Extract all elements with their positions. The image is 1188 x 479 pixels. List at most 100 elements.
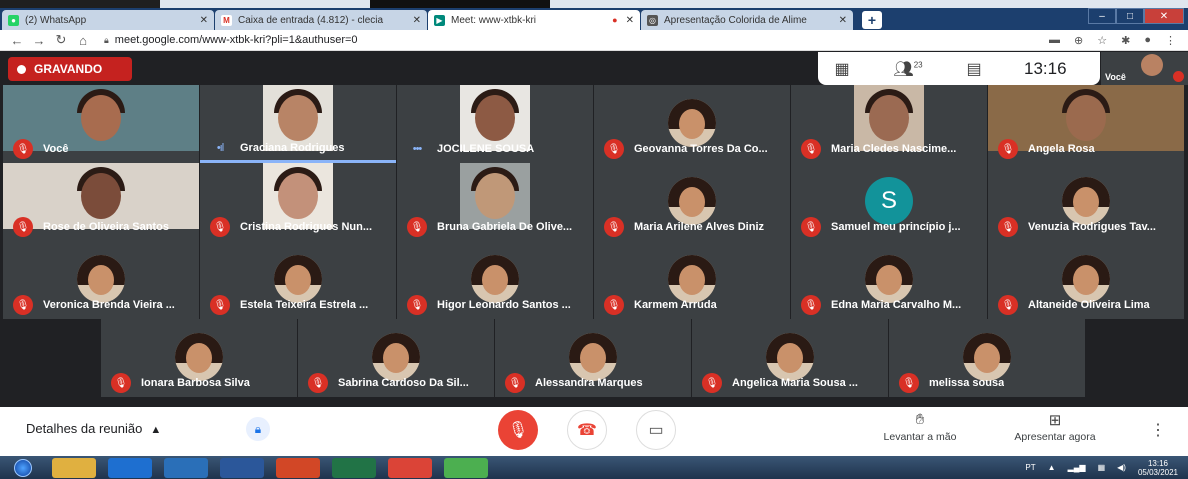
participant-tile[interactable]: 🎙︎ Higor Leonardo Santos ...: [397, 241, 593, 319]
participant-tile[interactable]: 🎙︎ Maria Arilene Alves Diniz: [594, 163, 790, 241]
participant-tile[interactable]: 🎙︎ Bruna Gabriela De Olive...: [397, 163, 593, 241]
tab-label: (2) WhatsApp: [25, 14, 87, 26]
url-field[interactable]: 🔒︎ meet.google.com/www-xtbk-kri?pli=1&au…: [104, 34, 358, 46]
network-icon[interactable]: ▦: [1098, 463, 1106, 472]
tab-gmail[interactable]: M Caixa de entrada (4.812) - clecia ✕: [215, 10, 427, 30]
excel-icon[interactable]: [332, 457, 376, 478]
zoom-icon[interactable]: ⊕: [1074, 34, 1083, 47]
participant-tile[interactable]: 🎙︎ Edna Maria Carvalho M...: [791, 241, 987, 319]
participant-name: Estela Teixeira Estrela ...: [240, 299, 369, 311]
ie-icon[interactable]: [108, 457, 152, 478]
extensions-icon[interactable]: ✱: [1121, 34, 1130, 47]
participant-tile[interactable]: 🎙︎ Altaneide Oliveira Lima: [988, 241, 1184, 319]
chrome-icon[interactable]: [388, 457, 432, 478]
participant-name: Maria Arilene Alves Diniz: [634, 221, 765, 233]
minimize-button[interactable]: –: [1088, 8, 1116, 24]
system-date: 05/03/2021: [1137, 467, 1178, 477]
leave-call-button[interactable]: ☎: [567, 410, 607, 450]
participant-name: Altaneide Oliveira Lima: [1028, 299, 1150, 311]
home-icon[interactable]: ⌂: [72, 33, 94, 48]
close-icon[interactable]: ✕: [626, 15, 634, 26]
explorer-icon[interactable]: [52, 457, 96, 478]
bookmark-star-icon[interactable]: ☆: [1097, 34, 1107, 47]
participant-tile[interactable]: S 🎙︎ Samuel meu princípio j...: [791, 163, 987, 241]
back-icon[interactable]: ←: [6, 33, 28, 48]
canva-icon: ◎: [647, 14, 658, 26]
participant-name: Maria Cledes Nascime...: [831, 143, 957, 155]
system-time: 13:16: [1147, 458, 1168, 468]
chat-icon[interactable]: ▤: [950, 59, 998, 79]
self-label: Você: [1105, 72, 1126, 82]
profile-icon[interactable]: ●: [1144, 34, 1151, 47]
signal-icon[interactable]: ▂▄▆: [1068, 463, 1086, 472]
participant-tile[interactable]: 🎙︎ Angelica Maria Sousa ...: [692, 319, 888, 397]
participant-tile[interactable]: 🎙︎ Sabrina Cardoso Da Sil...: [298, 319, 494, 397]
close-icon[interactable]: ✕: [200, 15, 208, 26]
more-options-icon[interactable]: ⋮: [1150, 420, 1166, 440]
close-window-button[interactable]: ✕: [1144, 8, 1184, 24]
participant-tile[interactable]: 🎙︎ melissa sousa: [889, 319, 1085, 397]
participant-name: Ionara Barbosa Silva: [141, 377, 250, 389]
participant-tile[interactable]: 🎙︎ Você: [3, 85, 199, 163]
participant-name: Karmem Arruda: [634, 299, 717, 311]
new-tab-button[interactable]: +: [862, 11, 882, 29]
close-icon[interactable]: ✕: [839, 15, 847, 26]
toggle-microphone-button[interactable]: 🎙︎: [498, 410, 538, 450]
layout-grid-icon[interactable]: ▦: [818, 59, 866, 79]
mic-off-icon: 🎙︎: [702, 373, 722, 393]
shield-icon[interactable]: 🔒︎: [246, 417, 270, 441]
participant-tile[interactable]: 🎙︎ Geovanna Torres Da Co...: [594, 85, 790, 163]
participant-tile[interactable]: 🎙︎ Maria Cledes Nascime...: [791, 85, 987, 163]
tab-whatsapp[interactable]: ● (2) WhatsApp ✕: [2, 10, 214, 30]
mic-off-icon: 🎙︎: [507, 422, 529, 439]
raise-hand-button[interactable]: ✋︎ Levantar a mão: [870, 411, 970, 443]
tab-meet[interactable]: ▶ Meet: www-xtbk-kri ● ✕: [428, 10, 640, 30]
participant-tile[interactable]: 🎙︎ Angela Rosa: [988, 85, 1184, 163]
participant-tile[interactable]: 🎙︎ Veronica Brenda Vieira ...: [3, 241, 199, 319]
start-button[interactable]: [6, 458, 40, 478]
mic-off-icon: [1173, 71, 1184, 82]
participant-tile[interactable]: 🎙︎ Cristina Rodrigues Nun...: [200, 163, 396, 241]
language-indicator[interactable]: PT: [1025, 463, 1035, 472]
participant-tile[interactable]: ••• JOCILENE SOUSA: [397, 85, 593, 163]
participant-name: Bruna Gabriela De Olive...: [437, 221, 573, 233]
people-icon[interactable]: 👥︎23: [884, 59, 932, 79]
participant-name: Angelica Maria Sousa ...: [732, 377, 858, 389]
system-clock[interactable]: 13:16 05/03/2021: [1138, 459, 1178, 477]
mic-off-icon: 🎙︎: [407, 217, 427, 237]
utorrent-icon[interactable]: [444, 457, 488, 478]
participant-tile[interactable]: 🎙︎ Venuzia Rodrigues Tav...: [988, 163, 1184, 241]
forward-icon[interactable]: →: [28, 33, 50, 48]
present-now-button[interactable]: ⊞ Apresentar agora: [1000, 411, 1110, 443]
menu-icon[interactable]: ⋮: [1165, 34, 1176, 47]
self-view-tile[interactable]: Você: [1101, 52, 1188, 85]
participant-tile[interactable]: 🎙︎ Rose de Oliveira Santos: [3, 163, 199, 241]
participant-name: Edna Maria Carvalho M...: [831, 299, 962, 311]
participant-name: Rose de Oliveira Santos: [43, 221, 169, 233]
reload-icon[interactable]: ↻: [50, 32, 72, 48]
participant-name: Higor Leonardo Santos ...: [437, 299, 571, 311]
powerpoint-icon[interactable]: [276, 457, 320, 478]
media-player-icon[interactable]: [164, 457, 208, 478]
meeting-details-button[interactable]: Detalhes da reunião ▲: [26, 421, 161, 436]
participant-tile[interactable]: 🎙︎ Karmem Arruda: [594, 241, 790, 319]
tray-expand-icon[interactable]: ▲: [1048, 463, 1056, 472]
tab-canva[interactable]: ◎ Apresentação Colorida de Alime ✕: [641, 10, 853, 30]
mic-off-icon: 🎙︎: [801, 295, 821, 315]
maximize-button[interactable]: □: [1116, 8, 1144, 24]
close-icon[interactable]: ✕: [413, 15, 421, 26]
mic-off-icon: 🎙︎: [13, 139, 33, 159]
volume-icon[interactable]: ◀): [1117, 463, 1126, 472]
url-text: meet.google.com/www-xtbk-kri?pli=1&authu…: [114, 34, 358, 46]
word-icon[interactable]: [220, 457, 264, 478]
speaking-indicator-icon: •ıl: [216, 141, 224, 154]
participant-tile[interactable]: 🎙︎ Estela Teixeira Estrela ...: [200, 241, 396, 319]
participant-tile[interactable]: 🎙︎ Ionara Barbosa Silva: [101, 319, 297, 397]
mic-off-icon: 🎙︎: [998, 217, 1018, 237]
toggle-camera-button[interactable]: ▭: [636, 410, 676, 450]
camera-permission-icon[interactable]: ▬: [1049, 34, 1060, 47]
mic-off-icon: 🎙︎: [505, 373, 525, 393]
participant-tile[interactable]: •ıl Graciana Rodrigues: [200, 85, 396, 163]
mic-off-icon: 🎙︎: [604, 217, 624, 237]
participant-tile[interactable]: 🎙︎ Alessandra Marques: [495, 319, 691, 397]
